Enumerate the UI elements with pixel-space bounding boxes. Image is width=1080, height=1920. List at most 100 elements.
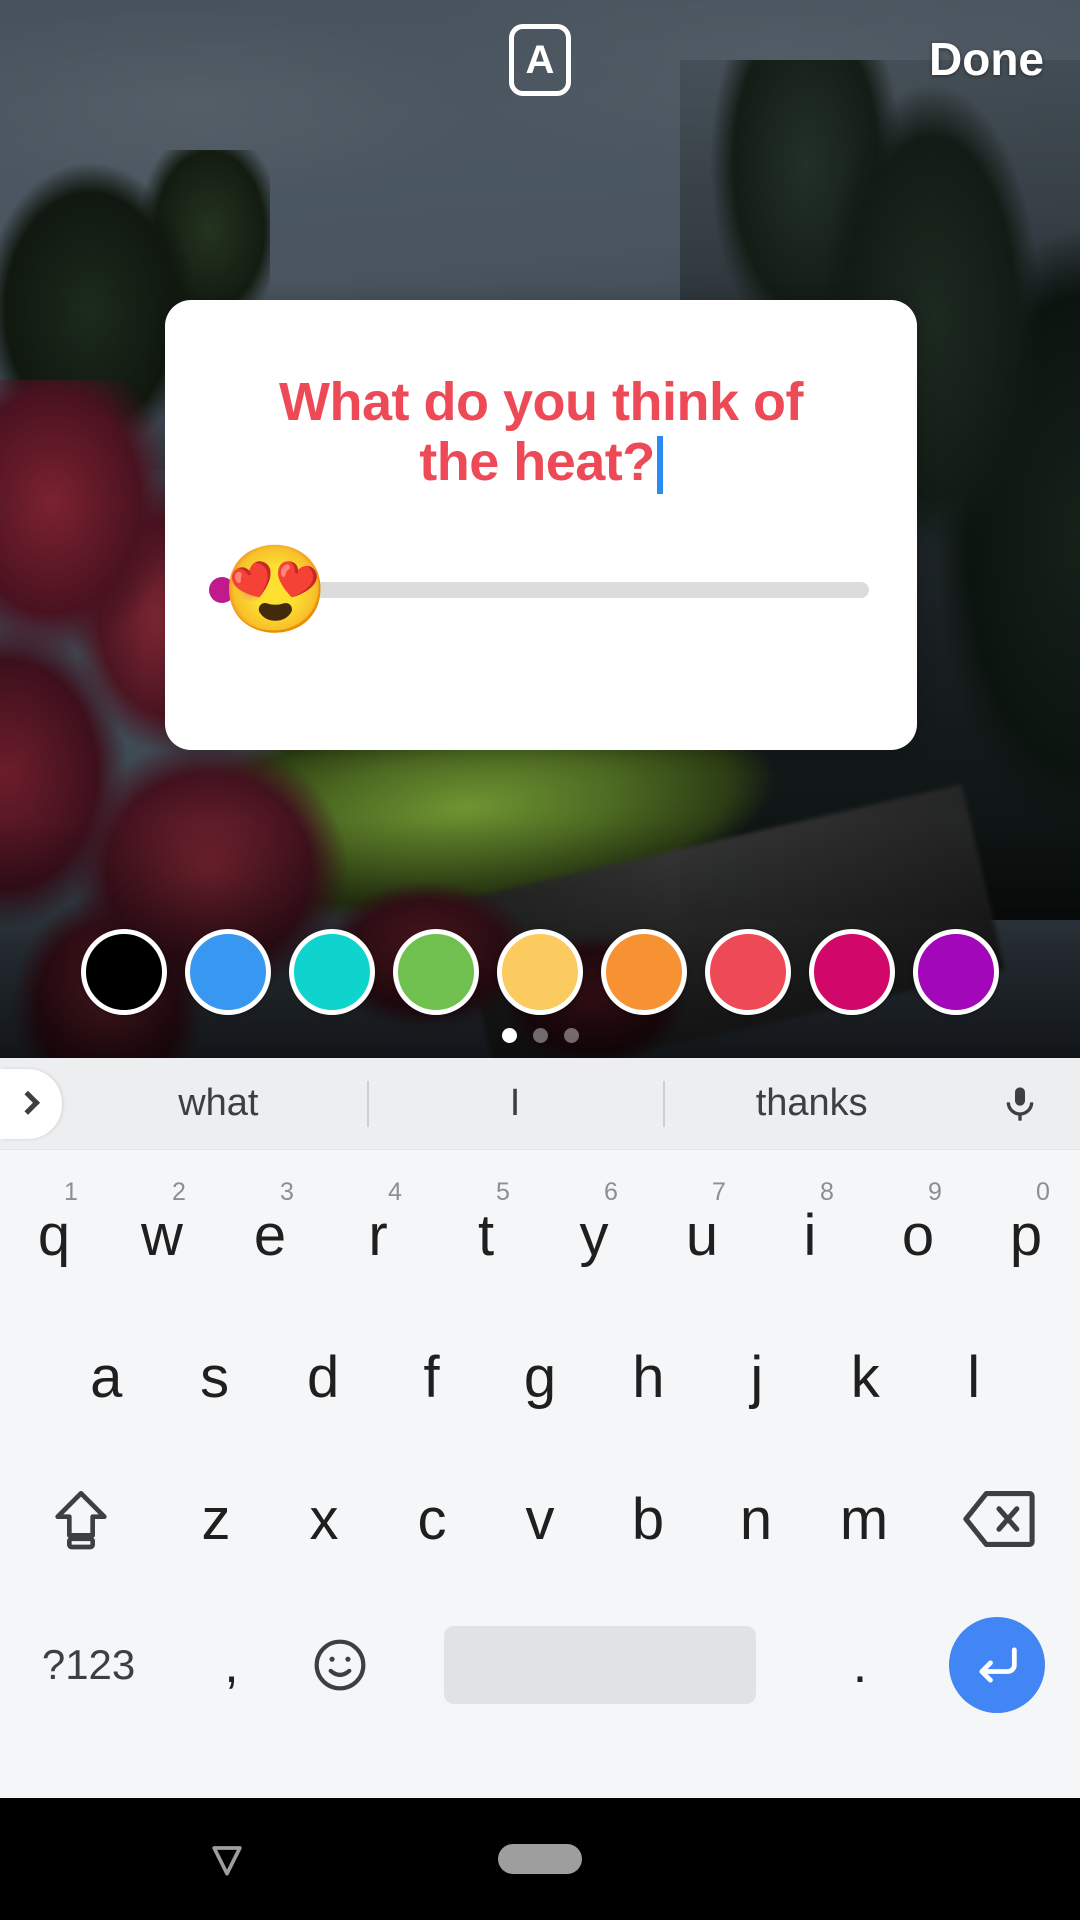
text-style-icon[interactable]: A: [509, 24, 571, 96]
key-label: r: [368, 1202, 388, 1268]
down-triangle-glyph: [212, 1846, 242, 1876]
key-label: t: [477, 1202, 495, 1268]
key-n[interactable]: n: [702, 1448, 810, 1590]
slider-emoji-thumb[interactable]: 😍: [221, 542, 328, 638]
key-number-hint: 6: [604, 1178, 618, 1206]
key-label: i: [803, 1202, 817, 1268]
color-swatch-yellow[interactable]: [497, 929, 583, 1015]
keyboard-row-3: zxcvbnm: [0, 1448, 1080, 1590]
palette-page-dot: [501, 1028, 517, 1043]
emoji-slider-sticker[interactable]: What do you think of the heat? 😍: [165, 300, 917, 750]
sticker-question-text[interactable]: What do you think of the heat?: [203, 372, 879, 495]
hide-keyboard-down-arrow-icon[interactable]: [205, 1837, 249, 1881]
key-label: w: [141, 1202, 183, 1268]
key-p[interactable]: 0p: [972, 1164, 1080, 1306]
comma-key[interactable]: ,: [177, 1594, 286, 1736]
color-swatch-purple[interactable]: [913, 929, 999, 1015]
palette-page-dot: [532, 1028, 548, 1043]
key-v[interactable]: v: [486, 1448, 594, 1590]
android-keyboard: what Ithanks 1q2w3e4r5t6y7u8i9o0p asdfghj…: [0, 1058, 1080, 1798]
top-toolbar: A: [0, 0, 1080, 120]
question-line-1: What do you think of: [279, 372, 803, 432]
question-line-2: the heat?: [419, 432, 655, 493]
palette-page-dot: [563, 1028, 579, 1043]
color-swatch-green[interactable]: [393, 929, 479, 1015]
key-label: q: [37, 1202, 71, 1268]
key-l[interactable]: l: [920, 1306, 1028, 1448]
key-number-hint: 2: [172, 1178, 186, 1206]
color-swatch-black[interactable]: [81, 929, 167, 1015]
color-swatch-blue[interactable]: [185, 929, 271, 1015]
key-j[interactable]: j: [703, 1306, 811, 1448]
suggestion-item[interactable]: I: [367, 1082, 664, 1125]
key-number-hint: 7: [712, 1178, 726, 1206]
suggestion-strip: what Ithanks: [0, 1058, 1080, 1150]
key-f[interactable]: f: [377, 1306, 485, 1448]
color-swatch-red[interactable]: [705, 929, 791, 1015]
chevron-right-icon[interactable]: [0, 1068, 62, 1139]
key-h[interactable]: h: [594, 1306, 702, 1448]
emoji-slider-row[interactable]: 😍: [203, 542, 879, 638]
color-swatch-teal[interactable]: [289, 929, 375, 1015]
keyboard-row-2: asdfghjkl: [0, 1306, 1080, 1448]
key-w[interactable]: 2w: [108, 1164, 216, 1306]
key-y[interactable]: 6y: [540, 1164, 648, 1306]
text-caret: [656, 436, 663, 495]
home-pill-icon[interactable]: [498, 1844, 582, 1874]
enter-return-icon[interactable]: [914, 1594, 1080, 1736]
key-number-hint: 9: [928, 1178, 942, 1206]
keyboard-row-1: 1q2w3e4r5t6y7u8i9o0p: [0, 1164, 1080, 1306]
color-swatch-magenta[interactable]: [809, 929, 895, 1015]
key-e[interactable]: 3e: [216, 1164, 324, 1306]
key-s[interactable]: s: [160, 1306, 268, 1448]
spacebar-surface: [444, 1626, 756, 1704]
key-b[interactable]: b: [594, 1448, 702, 1590]
phone-screen: A Done What do you think of the heat? 😍 …: [0, 0, 1080, 1920]
key-a[interactable]: a: [52, 1306, 160, 1448]
key-number-hint: 8: [820, 1178, 834, 1206]
key-label: o: [901, 1202, 935, 1268]
key-m[interactable]: m: [810, 1448, 918, 1590]
chevron-glyph: [15, 1090, 40, 1115]
key-x[interactable]: x: [270, 1448, 378, 1590]
key-number-hint: 5: [496, 1178, 510, 1206]
palette-page-indicator: [0, 1028, 1080, 1043]
shift-up-arrow-icon[interactable]: [0, 1448, 162, 1590]
keyboard-row-4: ?123 , .: [0, 1590, 1080, 1740]
microphone-glyph: [1006, 1086, 1034, 1121]
key-d[interactable]: d: [269, 1306, 377, 1448]
keyboard-rows: 1q2w3e4r5t6y7u8i9o0p asdfghjkl zxcvbnm ?…: [0, 1150, 1080, 1740]
key-z[interactable]: z: [162, 1448, 270, 1590]
key-q[interactable]: 1q: [0, 1164, 108, 1306]
done-button[interactable]: Done: [929, 32, 1044, 86]
color-swatch-orange[interactable]: [601, 929, 687, 1015]
key-label: p: [1009, 1202, 1043, 1268]
suggestion-item[interactable]: what: [70, 1082, 367, 1125]
backspace-delete-icon[interactable]: [918, 1448, 1080, 1590]
key-t[interactable]: 5t: [432, 1164, 540, 1306]
enter-glyph: [979, 1647, 1017, 1683]
key-r[interactable]: 4r: [324, 1164, 432, 1306]
backspace-glyph: [963, 1491, 1035, 1547]
key-label: u: [685, 1202, 719, 1268]
key-number-hint: 4: [388, 1178, 402, 1206]
key-g[interactable]: g: [486, 1306, 594, 1448]
key-c[interactable]: c: [378, 1448, 486, 1590]
key-i[interactable]: 8i: [756, 1164, 864, 1306]
key-number-hint: 1: [64, 1178, 78, 1206]
emoji-smiley-icon[interactable]: [286, 1594, 395, 1736]
font-button-label: A: [525, 37, 555, 82]
key-label: y: [579, 1202, 609, 1268]
microphone-icon[interactable]: [960, 1078, 1080, 1130]
suggestion-item[interactable]: thanks: [663, 1082, 960, 1125]
key-label: e: [253, 1202, 287, 1268]
symbols-key[interactable]: ?123: [0, 1594, 177, 1736]
period-key[interactable]: .: [806, 1594, 915, 1736]
slider-track[interactable]: [303, 582, 869, 599]
key-o[interactable]: 9o: [864, 1164, 972, 1306]
key-k[interactable]: k: [811, 1306, 919, 1448]
color-palette: [0, 920, 1080, 1024]
space-key[interactable]: [394, 1594, 805, 1736]
key-number-hint: 0: [1036, 1178, 1050, 1206]
key-u[interactable]: 7u: [648, 1164, 756, 1306]
